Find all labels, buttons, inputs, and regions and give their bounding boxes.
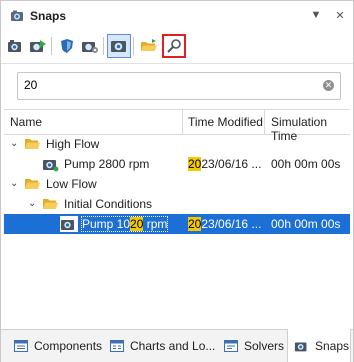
shield-button[interactable] xyxy=(56,35,78,57)
expand-chevron-icon[interactable]: ⌄ xyxy=(28,198,38,209)
toolbar xyxy=(1,31,353,64)
tab-snaps[interactable]: Snaps xyxy=(287,329,351,362)
search-match-highlight: 20 xyxy=(188,217,202,231)
tab-components[interactable]: Components xyxy=(13,330,102,361)
window-title: Snaps xyxy=(30,9,67,23)
simulation-time-cell: 00h 00m 00s xyxy=(271,217,341,231)
simulation-time-cell: 00h 00m 00s xyxy=(271,157,341,171)
snap-camera-icon xyxy=(43,160,59,172)
snaps-grid: Name Time Modified Simulation Time ⌄ Hig… xyxy=(4,109,350,321)
time-modified-cell: 2023/06/16 ... xyxy=(188,217,261,231)
components-icon xyxy=(14,339,28,352)
snap-camera-icon xyxy=(60,216,78,232)
pin-dropdown-icon[interactable]: ▼ xyxy=(309,9,323,22)
search-input[interactable] xyxy=(24,76,314,94)
column-header-name[interactable]: Name xyxy=(10,115,42,129)
tab-charts-and-logs[interactable]: Charts and Lo... xyxy=(109,330,215,361)
tab-label: Components xyxy=(34,338,103,353)
column-header-time-modified[interactable]: Time Modified xyxy=(188,115,263,129)
restore-snap-button[interactable] xyxy=(27,35,49,57)
restore-snap-icon xyxy=(30,40,46,52)
bottom-tab-strip: Components Charts and Lo... Solvers Snap… xyxy=(1,329,353,362)
folder-icon xyxy=(43,199,58,209)
take-snap-button[interactable] xyxy=(5,35,27,57)
tree-row-initial-conditions[interactable]: ⌄ Initial Conditions xyxy=(4,194,350,214)
tree-row-high-flow[interactable]: ⌄ High Flow xyxy=(4,134,350,154)
tree-row-pump-2800[interactable]: Pump 2800 rpm 2023/06/16 ... 00h 00m 00s xyxy=(4,154,350,174)
tab-label: Snaps xyxy=(315,338,350,353)
snaps-app-icon xyxy=(11,10,23,21)
folder-label: High Flow xyxy=(46,137,100,151)
folder-label: Low Flow xyxy=(46,177,97,191)
search-match-highlight: 20 xyxy=(130,217,144,231)
camera-settings-button[interactable] xyxy=(79,35,101,57)
expand-chevron-icon[interactable]: ⌄ xyxy=(10,178,20,189)
close-icon[interactable]: ✕ xyxy=(333,9,347,22)
tab-solvers[interactable]: Solvers xyxy=(223,330,284,361)
snaps-panel: Snaps ▼ ✕ 20 ✕ Name Time Modified Simula… xyxy=(0,0,354,362)
folder-label: Initial Conditions xyxy=(64,197,153,211)
folder-open-icon xyxy=(141,39,157,51)
search-match-highlight: 20 xyxy=(188,157,202,171)
folder-icon xyxy=(25,139,40,149)
folder-icon xyxy=(25,179,40,189)
solvers-icon xyxy=(224,339,238,352)
take-snap-icon xyxy=(8,40,21,52)
clear-search-icon[interactable]: ✕ xyxy=(323,80,334,91)
snap-label: Pump 2800 rpm xyxy=(64,157,150,171)
time-modified-cell: 2023/06/16 ... xyxy=(188,157,261,171)
folder-open-button[interactable] xyxy=(138,35,160,57)
tree-row-low-flow[interactable]: ⌄ Low Flow xyxy=(4,174,350,194)
camera-view-icon xyxy=(111,41,126,52)
time-modified-rest: 23/06/16 ... xyxy=(201,157,262,171)
grid-header: Name Time Modified Simulation Time xyxy=(4,109,350,143)
title-bar: Snaps ▼ ✕ xyxy=(1,1,353,31)
snap-label: Pump 1020 rpm xyxy=(80,216,169,232)
search-icon xyxy=(167,39,181,53)
tree-row-pump-1020[interactable]: Pump 1020 rpm 2023/06/16 ... 00h 00m 00s xyxy=(4,214,350,234)
tab-label: Solvers xyxy=(244,338,285,353)
shield-icon xyxy=(61,39,73,53)
charts-icon xyxy=(110,339,124,352)
camera-view-button[interactable] xyxy=(107,34,131,58)
search-box: ✕ xyxy=(17,72,341,100)
time-modified-rest: 23/06/16 ... xyxy=(201,217,262,231)
camera-settings-icon xyxy=(82,42,98,53)
tab-label: Charts and Lo... xyxy=(130,338,216,353)
snaps-icon xyxy=(294,341,307,351)
expand-chevron-icon[interactable]: ⌄ xyxy=(10,138,20,149)
search-snaps-button[interactable] xyxy=(162,34,186,58)
